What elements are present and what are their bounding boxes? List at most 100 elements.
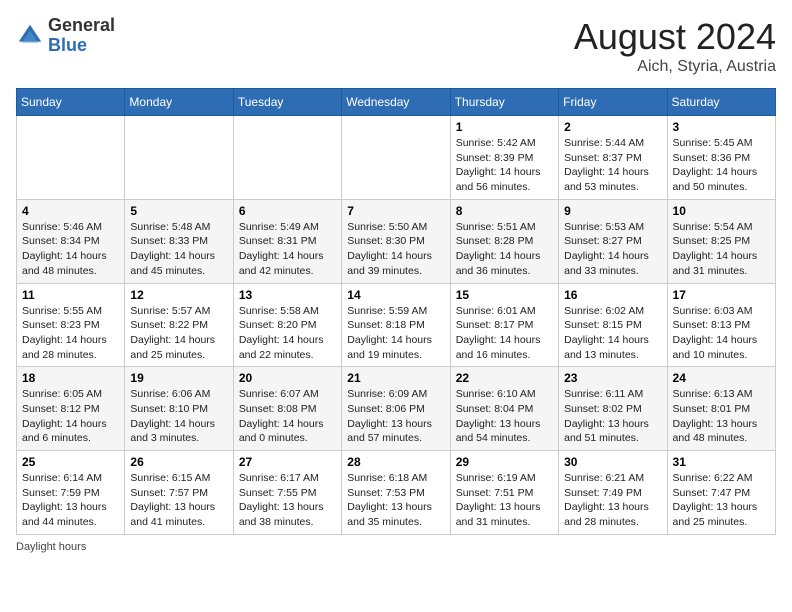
calendar-day-header: Sunday — [17, 89, 125, 116]
day-number: 5 — [130, 204, 227, 218]
calendar-cell — [125, 116, 233, 200]
day-info: Sunrise: 6:15 AMSunset: 7:57 PMDaylight:… — [130, 471, 227, 530]
calendar-day-header: Tuesday — [233, 89, 341, 116]
calendar-cell: 11 Sunrise: 5:55 AMSunset: 8:23 PMDayligh… — [17, 283, 125, 367]
calendar-cell: 27 Sunrise: 6:17 AMSunset: 7:55 PMDayligh… — [233, 451, 341, 535]
day-info: Sunrise: 5:44 AMSunset: 8:37 PMDaylight:… — [564, 136, 661, 195]
day-number: 14 — [347, 288, 444, 302]
day-info: Sunrise: 6:03 AMSunset: 8:13 PMDaylight:… — [673, 304, 770, 363]
day-number: 9 — [564, 204, 661, 218]
day-info: Sunrise: 5:51 AMSunset: 8:28 PMDaylight:… — [456, 220, 553, 279]
day-number: 26 — [130, 455, 227, 469]
day-number: 1 — [456, 120, 553, 134]
day-number: 7 — [347, 204, 444, 218]
calendar-week-row: 11 Sunrise: 5:55 AMSunset: 8:23 PMDayligh… — [17, 283, 776, 367]
calendar-cell: 24Sunrise: 6:13 AMSunset: 8:01 PMDayligh… — [667, 367, 775, 451]
calendar-day-header: Monday — [125, 89, 233, 116]
title-block: August 2024 Aich, Styria, Austria — [574, 16, 776, 76]
day-info: Sunrise: 6:02 AMSunset: 8:15 PMDaylight:… — [564, 304, 661, 363]
day-info: Sunrise: 6:06 AMSunset: 8:10 PMDaylight:… — [130, 387, 227, 446]
calendar-cell: 17 Sunrise: 6:03 AMSunset: 8:13 PMDayligh… — [667, 283, 775, 367]
day-info: Sunrise: 5:42 AMSunset: 8:39 PMDaylight:… — [456, 136, 553, 195]
calendar-cell: 20Sunrise: 6:07 AMSunset: 8:08 PMDayligh… — [233, 367, 341, 451]
day-number: 8 — [456, 204, 553, 218]
day-info: Sunrise: 5:59 AMSunset: 8:18 PMDaylight:… — [347, 304, 444, 363]
calendar-cell: 9 Sunrise: 5:53 AMSunset: 8:27 PMDaylight… — [559, 199, 667, 283]
day-number: 2 — [564, 120, 661, 134]
calendar-day-header: Thursday — [450, 89, 558, 116]
location: Aich, Styria, Austria — [574, 58, 776, 76]
day-info: Sunrise: 5:45 AMSunset: 8:36 PMDaylight:… — [673, 136, 770, 195]
calendar-cell: 1 Sunrise: 5:42 AMSunset: 8:39 PMDaylight… — [450, 116, 558, 200]
day-info: Sunrise: 6:17 AMSunset: 7:55 PMDaylight:… — [239, 471, 336, 530]
day-number: 21 — [347, 371, 444, 385]
calendar-cell: 30 Sunrise: 6:21 AMSunset: 7:49 PMDayligh… — [559, 451, 667, 535]
calendar-cell — [342, 116, 450, 200]
calendar-cell: 25 Sunrise: 6:14 AMSunset: 7:59 PMDayligh… — [17, 451, 125, 535]
day-number: 6 — [239, 204, 336, 218]
day-info: Sunrise: 6:19 AMSunset: 7:51 PMDaylight:… — [456, 471, 553, 530]
day-number: 23 — [564, 371, 661, 385]
calendar-cell — [233, 116, 341, 200]
calendar-cell: 3 Sunrise: 5:45 AMSunset: 8:36 PMDaylight… — [667, 116, 775, 200]
day-info: Sunrise: 6:18 AMSunset: 7:53 PMDaylight:… — [347, 471, 444, 530]
day-number: 11 — [22, 288, 119, 302]
day-number: 29 — [456, 455, 553, 469]
day-number: 12 — [130, 288, 227, 302]
day-info: Sunrise: 6:21 AMSunset: 7:49 PMDaylight:… — [564, 471, 661, 530]
day-info: Sunrise: 6:09 AMSunset: 8:06 PMDaylight:… — [347, 387, 444, 446]
calendar-day-header: Saturday — [667, 89, 775, 116]
calendar-cell: 29 Sunrise: 6:19 AMSunset: 7:51 PMDayligh… — [450, 451, 558, 535]
calendar-cell: 8 Sunrise: 5:51 AMSunset: 8:28 PMDaylight… — [450, 199, 558, 283]
day-number: 3 — [673, 120, 770, 134]
calendar-cell: 4 Sunrise: 5:46 AMSunset: 8:34 PMDaylight… — [17, 199, 125, 283]
day-number: 17 — [673, 288, 770, 302]
calendar-week-row: 25 Sunrise: 6:14 AMSunset: 7:59 PMDayligh… — [17, 451, 776, 535]
day-number: 28 — [347, 455, 444, 469]
calendar-cell: 23 Sunrise: 6:11 AMSunset: 8:02 PMDayligh… — [559, 367, 667, 451]
calendar-table: SundayMondayTuesdayWednesdayThursdayFrid… — [16, 88, 776, 535]
logo: General Blue — [16, 16, 115, 56]
calendar-day-header: Wednesday — [342, 89, 450, 116]
calendar-cell: 19Sunrise: 6:06 AMSunset: 8:10 PMDayligh… — [125, 367, 233, 451]
day-info: Sunrise: 5:49 AMSunset: 8:31 PMDaylight:… — [239, 220, 336, 279]
calendar-cell — [17, 116, 125, 200]
day-number: 18 — [22, 371, 119, 385]
day-info: Sunrise: 5:48 AMSunset: 8:33 PMDaylight:… — [130, 220, 227, 279]
calendar-cell: 10 Sunrise: 5:54 AMSunset: 8:25 PMDayligh… — [667, 199, 775, 283]
day-info: Sunrise: 6:05 AMSunset: 8:12 PMDaylight:… — [22, 387, 119, 446]
day-number: 13 — [239, 288, 336, 302]
calendar-header-row: SundayMondayTuesdayWednesdayThursdayFrid… — [17, 89, 776, 116]
calendar-cell: 16 Sunrise: 6:02 AMSunset: 8:15 PMDayligh… — [559, 283, 667, 367]
day-info: Sunrise: 6:11 AMSunset: 8:02 PMDaylight:… — [564, 387, 661, 446]
day-info: Sunrise: 6:14 AMSunset: 7:59 PMDaylight:… — [22, 471, 119, 530]
day-number: 4 — [22, 204, 119, 218]
calendar-cell: 2 Sunrise: 5:44 AMSunset: 8:37 PMDaylight… — [559, 116, 667, 200]
day-info: Sunrise: 5:55 AMSunset: 8:23 PMDaylight:… — [22, 304, 119, 363]
calendar-cell: 28 Sunrise: 6:18 AMSunset: 7:53 PMDayligh… — [342, 451, 450, 535]
day-info: Sunrise: 6:13 AMSunset: 8:01 PMDaylight:… — [673, 387, 770, 446]
calendar-cell: 22Sunrise: 6:10 AMSunset: 8:04 PMDayligh… — [450, 367, 558, 451]
calendar-cell: 31Sunrise: 6:22 AMSunset: 7:47 PMDayligh… — [667, 451, 775, 535]
day-number: 25 — [22, 455, 119, 469]
day-info: Sunrise: 5:54 AMSunset: 8:25 PMDaylight:… — [673, 220, 770, 279]
logo-text: General Blue — [48, 16, 115, 56]
calendar-cell: 14 Sunrise: 5:59 AMSunset: 8:18 PMDayligh… — [342, 283, 450, 367]
calendar-cell: 12 Sunrise: 5:57 AMSunset: 8:22 PMDayligh… — [125, 283, 233, 367]
calendar-week-row: 18 Sunrise: 6:05 AMSunset: 8:12 PMDayligh… — [17, 367, 776, 451]
day-number: 15 — [456, 288, 553, 302]
calendar-day-header: Friday — [559, 89, 667, 116]
calendar-cell: 13 Sunrise: 5:58 AMSunset: 8:20 PMDayligh… — [233, 283, 341, 367]
day-number: 30 — [564, 455, 661, 469]
day-info: Sunrise: 5:58 AMSunset: 8:20 PMDaylight:… — [239, 304, 336, 363]
day-info: Sunrise: 5:57 AMSunset: 8:22 PMDaylight:… — [130, 304, 227, 363]
day-info: Sunrise: 5:50 AMSunset: 8:30 PMDaylight:… — [347, 220, 444, 279]
day-info: Sunrise: 5:46 AMSunset: 8:34 PMDaylight:… — [22, 220, 119, 279]
calendar-cell: 5 Sunrise: 5:48 AMSunset: 8:33 PMDaylight… — [125, 199, 233, 283]
day-number: 16 — [564, 288, 661, 302]
day-info: Sunrise: 6:01 AMSunset: 8:17 PMDaylight:… — [456, 304, 553, 363]
day-number: 10 — [673, 204, 770, 218]
day-info: Sunrise: 5:53 AMSunset: 8:27 PMDaylight:… — [564, 220, 661, 279]
calendar-cell: 7 Sunrise: 5:50 AMSunset: 8:30 PMDaylight… — [342, 199, 450, 283]
day-number: 27 — [239, 455, 336, 469]
